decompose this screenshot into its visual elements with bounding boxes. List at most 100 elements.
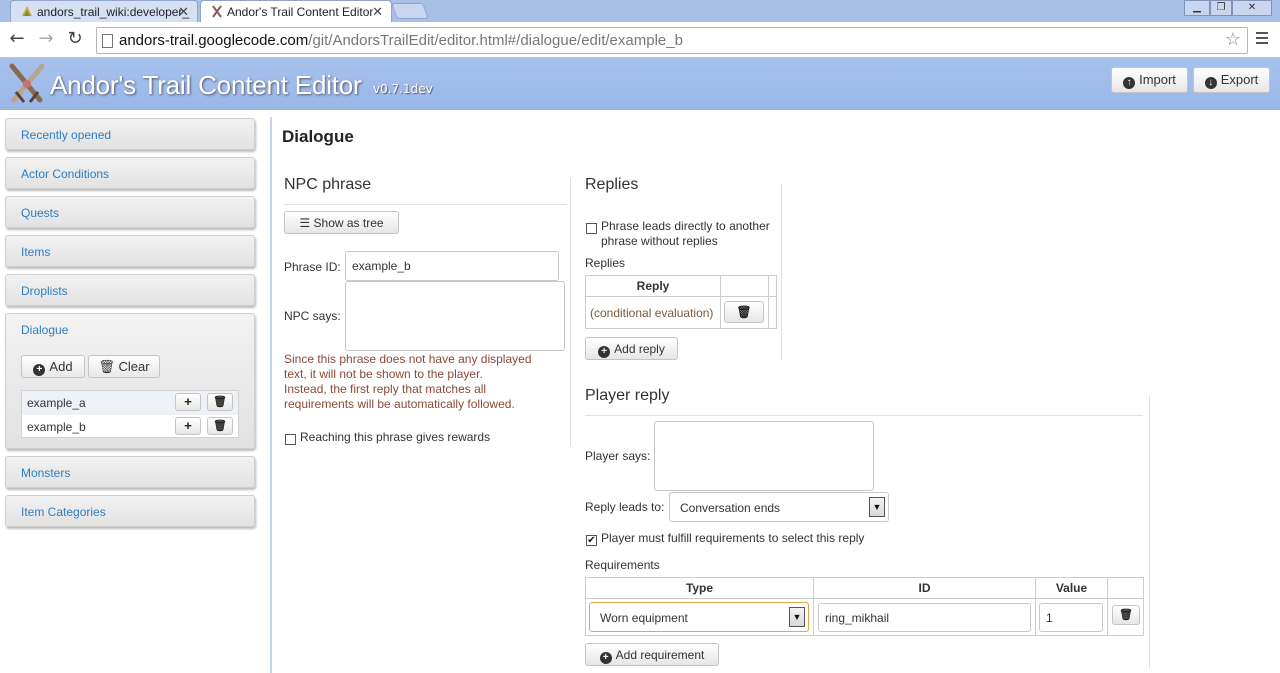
reload-icon[interactable]: ↻: [64, 29, 86, 49]
sidebar-item-quests[interactable]: Quests: [5, 196, 255, 228]
chevron-down-icon[interactable]: ▼: [789, 607, 805, 627]
tab-title: andors_trail_wiki:developer_: [37, 5, 190, 19]
restore-icon[interactable]: ❐: [1210, 0, 1232, 16]
sidebar-item-label[interactable]: Actor Conditions: [21, 167, 109, 181]
sidebar-item-droplists[interactable]: Droplists: [5, 274, 255, 306]
app-version: v0.7.1dev: [373, 82, 433, 96]
trash-icon[interactable]: 🗑: [207, 393, 233, 411]
sidebar-item-label[interactable]: Dialogue: [21, 323, 68, 337]
import-button[interactable]: ↑ Import: [1111, 67, 1188, 93]
back-arrow-icon[interactable]: ←: [6, 29, 28, 49]
download-icon: ↓: [1204, 77, 1217, 89]
add-requirement-button[interactable]: + Add requirement: [585, 643, 719, 666]
trash-icon[interactable]: 🗑: [207, 417, 233, 435]
dialogue-entry-label[interactable]: example_a: [27, 396, 86, 410]
export-label: Export: [1220, 72, 1259, 87]
value-column-header: Value: [1035, 577, 1108, 599]
rewards-checkbox[interactable]: [285, 434, 296, 445]
page-icon: [102, 34, 113, 48]
clear-dialogue-button[interactable]: 🗑 Clear: [88, 355, 160, 378]
window-close-icon[interactable]: ✕: [1232, 0, 1272, 16]
sidebar-item-label[interactable]: Droplists: [21, 284, 68, 298]
add-to-tree-icon[interactable]: +: [175, 393, 201, 411]
main-panel: Dialogue NPC phrase ☰ Show as tree Phras…: [272, 110, 1280, 673]
phrase-id-label: Phrase ID:: [284, 260, 341, 274]
add-reply-button[interactable]: + Add reply: [585, 337, 678, 360]
new-tab-button[interactable]: [391, 3, 429, 19]
browser-tab-strip: andors_trail_wiki:developer_ ✕ Andor's T…: [0, 0, 1280, 22]
npc-says-label: NPC says:: [284, 309, 341, 323]
sidebar-item-label[interactable]: Items: [21, 245, 50, 259]
player-says-textarea[interactable]: [654, 421, 874, 491]
address-bar[interactable]: andors-trail.googlecode.com/git/AndorsTr…: [96, 27, 1248, 54]
leads-directly-checkbox[interactable]: [586, 223, 597, 234]
dialogue-entry-label[interactable]: example_b: [27, 420, 86, 434]
reply-extra-header: [768, 275, 777, 297]
leads-to-label: Reply leads to:: [585, 500, 665, 514]
leads-directly-label-2: phrase without replies: [601, 234, 718, 248]
delete-requirement-button[interactable]: 🗑: [1112, 605, 1140, 625]
reply-action-cell: 🗑: [720, 296, 769, 329]
sidebar-item-label[interactable]: Item Categories: [21, 505, 106, 519]
sidebar-item-dialogue: Dialogue + Add 🗑 Clear example_a + 🗑 exam…: [5, 313, 255, 449]
upload-icon: ↑: [1123, 77, 1136, 89]
browser-tab-wiki[interactable]: andors_trail_wiki:developer_ ✕: [10, 0, 198, 22]
sidebar-item-label[interactable]: Quests: [21, 206, 59, 220]
minimize-icon[interactable]: ▁: [1184, 0, 1210, 16]
type-cell: Worn equipment ▼: [585, 598, 814, 636]
sidebar-item-label[interactable]: Monsters: [21, 466, 70, 480]
app-header: Andor's Trail Content Editor v0.7.1dev ↑…: [0, 58, 1280, 110]
sidebar-item-label[interactable]: Recently opened: [21, 128, 111, 142]
npc-phrase-title: NPC phrase: [284, 176, 372, 193]
must-fulfill-checkbox[interactable]: ✔: [586, 535, 597, 546]
sidebar-item-monsters[interactable]: Monsters: [5, 456, 255, 488]
leads-directly-label-1: Phrase leads directly to another: [601, 219, 770, 233]
action-column-header: [1107, 577, 1144, 599]
requirement-id-input[interactable]: ring_mikhail: [818, 603, 1031, 632]
npc-says-textarea[interactable]: [345, 281, 565, 351]
rewards-label: Reaching this phrase gives rewards: [300, 430, 491, 444]
leads-to-select[interactable]: Conversation ends ▼: [669, 492, 889, 522]
page-title: Dialogue: [282, 127, 354, 146]
app-title: Andor's Trail Content Editor: [50, 70, 362, 100]
plus-circle-icon: +: [33, 364, 46, 376]
no-text-hint: Since this phrase does not have any disp…: [284, 352, 564, 412]
chevron-down-icon[interactable]: ▼: [869, 497, 885, 517]
plus-circle-icon: +: [598, 346, 611, 358]
sidebar-item-recently-opened[interactable]: Recently opened: [5, 118, 255, 150]
browser-tab-editor[interactable]: Andor's Trail Content Editor ✕: [200, 0, 392, 22]
url-host: andors-trail.googlecode.com: [119, 32, 309, 49]
tree-icon: ☰: [299, 216, 311, 230]
sidebar-item-item-categories[interactable]: Item Categories: [5, 495, 255, 527]
requirements-label: Requirements: [585, 558, 660, 572]
close-tab-icon[interactable]: ✕: [178, 4, 189, 20]
delete-reply-button[interactable]: 🗑: [724, 301, 764, 323]
url-path: /git/AndorsTrailEdit/editor.html#/dialog…: [308, 32, 683, 49]
bookmark-star-icon[interactable]: ☆: [1225, 29, 1241, 50]
add-dialogue-button[interactable]: + Add: [21, 355, 85, 378]
requirement-type-select[interactable]: Worn equipment ▼: [589, 602, 809, 632]
editor-favicon-icon: [211, 5, 223, 18]
trash-icon: 🗑: [98, 359, 115, 374]
add-label: Add: [49, 359, 73, 374]
sidebar-item-actor-conditions[interactable]: Actor Conditions: [5, 157, 255, 189]
list-item[interactable]: example_b + 🗑: [22, 415, 238, 439]
sidebar-item-items[interactable]: Items: [5, 235, 255, 267]
dialogue-list: example_a + 🗑 example_b + 🗑: [21, 390, 239, 438]
requirement-value-input[interactable]: 1: [1039, 603, 1103, 632]
value-cell: 1: [1035, 598, 1108, 636]
browser-toolbar: ← → ↻ andors-trail.googlecode.com/git/An…: [0, 22, 1280, 58]
add-to-tree-icon[interactable]: +: [175, 417, 201, 435]
phrase-id-input[interactable]: example_b: [345, 251, 559, 281]
requirement-type-value: Worn equipment: [600, 611, 688, 625]
close-tab-icon[interactable]: ✕: [372, 4, 383, 20]
browser-menu-icon[interactable]: [1256, 32, 1268, 47]
show-as-tree-button[interactable]: ☰ Show as tree: [284, 211, 399, 234]
list-item[interactable]: example_a + 🗑: [22, 391, 238, 415]
action-cell: 🗑: [1107, 598, 1144, 636]
export-button[interactable]: ↓ Export: [1193, 67, 1270, 93]
hint-line: text, it will not be shown to the player…: [284, 367, 483, 381]
reply-cell[interactable]: (conditional evaluation): [585, 296, 721, 329]
column-rule: [1149, 396, 1150, 668]
forward-arrow-icon[interactable]: →: [35, 29, 57, 49]
